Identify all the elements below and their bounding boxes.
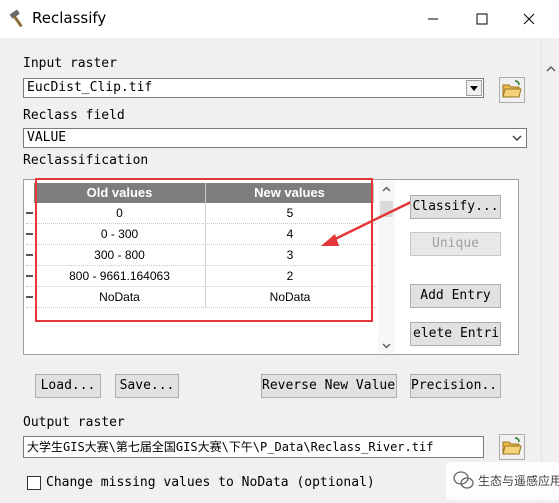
reverse-new-values-button[interactable]: Reverse New Values [261, 374, 397, 398]
input-raster-label: Input raster [23, 56, 117, 71]
chevron-down-icon [470, 86, 478, 91]
scroll-up-icon[interactable] [381, 185, 392, 194]
wechat-icon [453, 471, 474, 489]
save-button[interactable]: Save... [115, 374, 179, 398]
browse-input-button[interactable] [499, 77, 525, 103]
folder-open-icon [502, 437, 522, 455]
window-title: Reclassify [32, 9, 107, 27]
scroll-up-icon[interactable] [545, 64, 557, 74]
row-selector[interactable] [26, 296, 33, 298]
row-selector[interactable] [26, 254, 33, 256]
scroll-down-icon[interactable] [381, 341, 392, 350]
close-icon[interactable] [506, 6, 552, 32]
change-missing-label: Change missing values to NoData (optiona… [46, 475, 375, 490]
row-selector[interactable] [26, 233, 33, 235]
output-raster-input[interactable]: 大学生GIS大赛\第七届全国GIS大赛\下午\P_Data\Reclass_Ri… [23, 436, 484, 458]
reclass-field-value: VALUE [27, 130, 67, 145]
row-selector[interactable] [26, 212, 33, 214]
reclass-field-label: Reclass field [23, 108, 125, 123]
unique-button[interactable]: Unique [410, 232, 501, 256]
folder-open-icon [502, 80, 522, 98]
input-raster-value: EucDist_Clip.tif [27, 80, 153, 95]
classify-button[interactable]: Classify... [410, 195, 501, 219]
change-missing-checkbox[interactable] [27, 476, 41, 490]
input-raster-combo[interactable]: EucDist_Clip.tif [23, 78, 484, 98]
hammer-icon [9, 9, 23, 28]
reclass-field-combo[interactable]: VALUE [23, 128, 527, 148]
watermark: 生态与遥感应用 [446, 462, 559, 500]
minimize-icon[interactable] [410, 6, 456, 32]
maximize-icon[interactable] [459, 6, 505, 32]
add-entry-button[interactable]: Add Entry [410, 284, 501, 308]
browse-output-button[interactable] [499, 434, 525, 460]
precision-button[interactable]: Precision... [410, 374, 501, 398]
output-raster-label: Output raster [23, 415, 125, 430]
dialog-scrollbar[interactable] [541, 38, 559, 503]
delete-entries-button[interactable]: elete Entrie [410, 322, 501, 346]
dropdown-button[interactable] [466, 80, 482, 96]
reclassification-label: Reclassification [23, 153, 149, 168]
load-button[interactable]: Load... [35, 374, 101, 398]
watermark-text: 生态与遥感应用 [478, 474, 559, 488]
annotation-arrow-icon [321, 200, 412, 246]
chevron-down-icon [512, 135, 522, 142]
title-bar: Reclassify [0, 0, 559, 38]
row-selector[interactable] [26, 275, 33, 277]
output-raster-value: 大学生GIS大赛\第七届全国GIS大赛\下午\P_Data\Reclass_Ri… [27, 440, 434, 454]
